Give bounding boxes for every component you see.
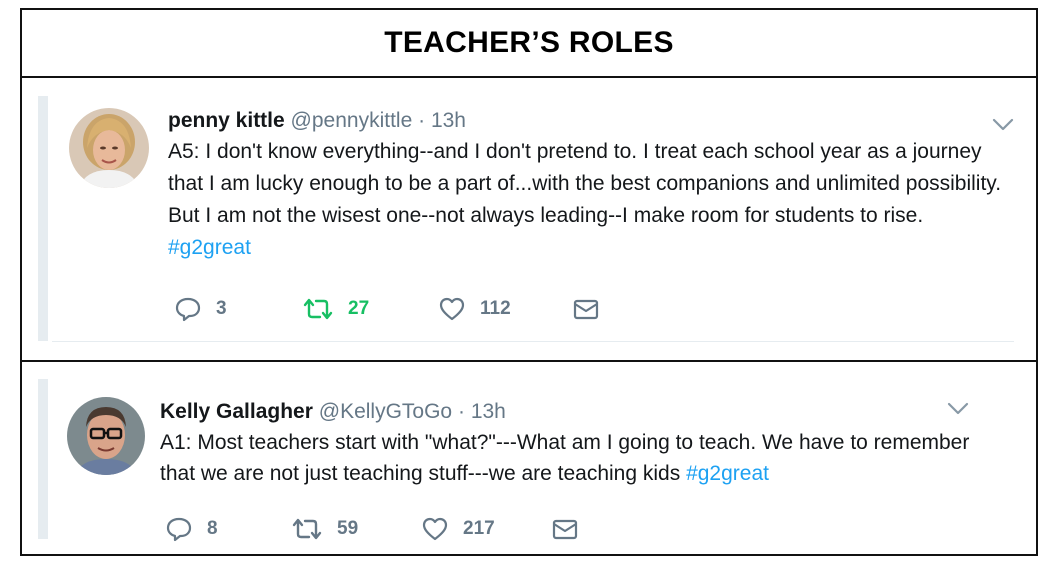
- reply-icon: [175, 297, 201, 322]
- reply-count: 8: [207, 518, 218, 539]
- retweet-count: 27: [348, 298, 370, 319]
- separator: ·: [457, 400, 465, 423]
- retweet-icon: [303, 298, 333, 320]
- tweet-text-body: A1: Most teachers start with "what?"---W…: [160, 431, 970, 485]
- page-header: TEACHER’S ROLES: [22, 10, 1036, 78]
- tweet-actions: 3 27 112: [174, 296, 600, 322]
- content-frame: TEACHER’S ROLES penny kittle @pennykittl…: [20, 8, 1038, 556]
- tweet-header: Kelly Gallagher @KellyGToGo · 13h: [160, 397, 1000, 427]
- retweet-icon: [292, 518, 322, 540]
- tweet-text: A1: Most teachers start with "what?"---W…: [160, 427, 1000, 489]
- envelope-icon: [552, 519, 578, 540]
- chevron-down-icon[interactable]: [947, 402, 969, 416]
- message-button[interactable]: [551, 517, 579, 541]
- thread-bar: [38, 96, 48, 341]
- retweet-button[interactable]: 59: [291, 517, 421, 541]
- tweet-card[interactable]: Kelly Gallagher @KellyGToGo · 13h A1: Mo…: [22, 362, 1036, 556]
- avatar[interactable]: [67, 397, 145, 475]
- like-count: 217: [463, 518, 495, 539]
- tweet-content: Kelly Gallagher @KellyGToGo · 13h A1: Mo…: [160, 397, 1000, 489]
- reply-button[interactable]: 3: [174, 296, 302, 322]
- retweet-count: 59: [337, 518, 359, 539]
- like-count: 112: [480, 298, 511, 319]
- timestamp[interactable]: 13h: [471, 400, 506, 423]
- page-title: TEACHER’S ROLES: [384, 26, 674, 59]
- hashtag-link[interactable]: #g2great: [168, 236, 251, 259]
- thread-bar: [38, 379, 48, 539]
- tweet-content: penny kittle @pennykittle · 13h A5: I do…: [168, 106, 1008, 264]
- envelope-icon: [573, 299, 599, 320]
- chevron-down-icon[interactable]: [992, 118, 1014, 132]
- like-button[interactable]: 112: [438, 296, 572, 322]
- hashtag-link[interactable]: #g2great: [686, 462, 769, 485]
- like-button[interactable]: 217: [421, 516, 551, 542]
- tweet-card[interactable]: penny kittle @pennykittle · 13h A5: I do…: [22, 78, 1036, 362]
- tweet-actions: 8 59 217: [165, 516, 579, 542]
- avatar[interactable]: [69, 108, 149, 188]
- tweet-header: penny kittle @pennykittle · 13h: [168, 106, 1008, 136]
- timestamp[interactable]: 13h: [431, 109, 466, 132]
- message-button[interactable]: [572, 297, 600, 321]
- heart-icon: [422, 517, 448, 541]
- author-name[interactable]: penny kittle: [168, 109, 285, 132]
- reply-count: 3: [216, 298, 227, 319]
- author-handle[interactable]: @pennykittle: [291, 109, 413, 132]
- reply-button[interactable]: 8: [165, 516, 291, 542]
- tweet-divider: [52, 341, 1014, 342]
- retweet-button[interactable]: 27: [302, 297, 438, 321]
- tweet-text: A5: I don't know everything--and I don't…: [168, 136, 1008, 264]
- separator: ·: [418, 109, 426, 132]
- reply-icon: [166, 517, 192, 542]
- heart-icon: [439, 297, 465, 321]
- author-name[interactable]: Kelly Gallagher: [160, 400, 313, 423]
- author-handle[interactable]: @KellyGToGo: [319, 400, 452, 423]
- tweet-text-body: A5: I don't know everything--and I don't…: [168, 140, 1002, 227]
